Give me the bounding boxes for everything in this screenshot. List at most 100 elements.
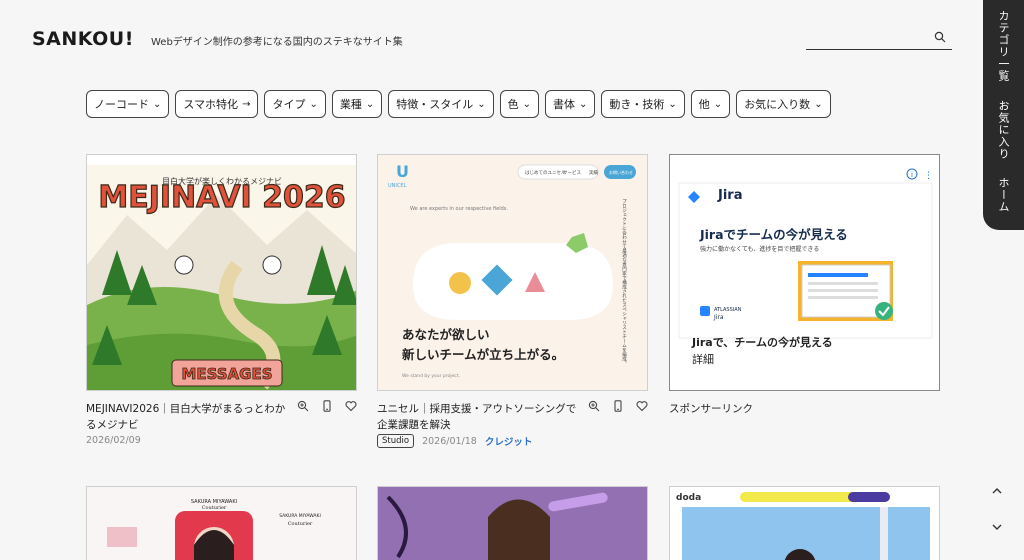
ad-title[interactable]: Jiraで、チームの今が見える <box>691 335 833 349</box>
filter-label: ノーコード <box>94 98 149 111</box>
arrow-right-icon: → <box>242 98 251 110</box>
chevron-down-icon: ⌄ <box>153 98 162 110</box>
side-menu: カテゴリ一覧 お気に入り ホーム <box>983 0 1024 230</box>
chevron-down-icon: ⌄ <box>668 98 677 110</box>
filter-other[interactable]: 他 ⌄ <box>690 90 731 118</box>
thumb-cta: お問い合わせ <box>609 169 633 175</box>
thumb-nav1: はじめてのユニセル <box>525 170 566 176</box>
thumb-foot: We stand by your project. <box>402 373 460 379</box>
site-logo[interactable]: SANKOU! <box>32 28 134 50</box>
ad-atlassian-product: Jira <box>713 314 724 321</box>
ad-brand: Jira <box>717 188 742 203</box>
filter-style[interactable]: 特徴・スタイル ⌄ <box>388 90 494 118</box>
credit-link[interactable]: クレジット <box>485 434 533 448</box>
card-actions <box>297 400 357 412</box>
filter-label: 動き・技術 <box>609 98 665 111</box>
thumb-headline2: 新しいチームが立ち上がる。 <box>402 347 564 362</box>
doda-thumbnail-art: doda <box>670 487 939 560</box>
filter-font[interactable]: 書体 ⌄ <box>545 90 596 118</box>
filter-label: スマホ特化 <box>183 98 239 111</box>
filter-label: お気に入り数 <box>744 98 811 111</box>
filter-type[interactable]: タイプ ⌄ <box>264 90 326 118</box>
thumb-footer: MESSAGES <box>181 365 272 383</box>
thumb-headline1: あなたが欲しい <box>402 327 490 342</box>
ad-sub: 強力に働かなくても、進捗を目で把握できる <box>700 245 819 253</box>
chevron-down-icon: ⌄ <box>713 98 723 110</box>
thumb-brand: Couturier <box>202 505 227 511</box>
site-tagline: Webデザイン制作の参考になる国内のステキなサイト集 <box>151 37 403 48</box>
filter-label: 業種 <box>339 98 362 111</box>
page: SANKOU! Webデザイン制作の参考になる国内のステキなサイト集 カテゴリ一… <box>0 0 1024 560</box>
site-card[interactable]: U UNICEL はじめてのユニセル サービス 実績 お問い合わせ We are… <box>377 154 648 448</box>
thumb-brand: UNICEL <box>388 183 407 189</box>
filter-label: 特徴・スタイル <box>396 98 474 111</box>
sponsor-card[interactable]: i ⋮ Jira Jiraでチームの今が見える 強力に働かなくても、進捗を目で把… <box>669 154 940 415</box>
chevron-down-icon: ⌄ <box>522 98 532 110</box>
smartphone-icon[interactable] <box>321 400 333 412</box>
zoom-icon[interactable] <box>297 400 309 412</box>
filter-label: 他 <box>698 98 710 111</box>
thumb-nav2: サービス <box>563 169 581 176</box>
site-card[interactable]: MEJINAVI 2026 目白大学が楽しくわかるメジナビ MESSAGES M… <box>86 154 357 446</box>
side-item-home[interactable]: ホーム <box>983 177 1024 213</box>
filter-label: タイプ <box>272 98 306 111</box>
filter-bar: ノーコード ⌄ スマホ特化 → タイプ ⌄ 業種 ⌄ 特徴・スタイル ⌄ 色 ⌄ 書体 ⌄ 動… <box>86 90 831 118</box>
heart-icon[interactable] <box>636 400 648 412</box>
side-item-categories[interactable]: カテゴリ一覧 <box>983 10 1024 82</box>
card-meta: 2026/02/09 <box>86 435 141 446</box>
jira-ad-art: i ⋮ Jira Jiraでチームの今が見える 強力に働かなくても、進捗を目で把… <box>670 155 939 390</box>
thumb-nav3: 実績 <box>589 169 598 176</box>
chevron-down-icon: ⌄ <box>309 98 318 110</box>
card-title[interactable]: ユニセル｜採用支援・アウトソーシングで企業課題を解決 <box>377 401 577 433</box>
thumb-vertical: プロジェクトに合わせて最適な専門家で構成されたスペシャリストチームを編成。 <box>622 199 627 366</box>
mejinavi-thumbnail-art: MEJINAVI 2026 目白大学が楽しくわかるメジナビ MESSAGES <box>87 155 356 390</box>
filter-smartphone[interactable]: スマホ特化 → <box>175 90 259 118</box>
site-thumbnail[interactable]: MEJINAVI 2026 目白大学が楽しくわかるメジナビ MESSAGES <box>86 154 357 391</box>
chevron-down-icon: ⌄ <box>579 98 588 110</box>
ad-link[interactable]: 詳細 <box>692 352 714 366</box>
svg-text:U: U <box>396 162 409 181</box>
card-title[interactable]: MEJINAVI2026｜目白大学がまるっとわかるメジナビ <box>86 401 286 433</box>
filter-favorites-count[interactable]: お気に入り数 ⌄ <box>736 90 831 118</box>
filter-nocode[interactable]: ノーコード ⌄ <box>86 90 170 118</box>
search-icon[interactable] <box>934 31 946 43</box>
filter-motion[interactable]: 動き・技術 ⌄ <box>601 90 685 118</box>
card-meta: Studio 2026/01/18 クレジット <box>377 434 532 448</box>
card-date: 2026/02/09 <box>86 435 141 446</box>
card-date: 2026/01/18 <box>422 435 477 447</box>
chevron-down-icon: ⌄ <box>477 98 486 110</box>
filter-label: 色 <box>507 98 519 111</box>
heart-icon[interactable] <box>345 400 357 412</box>
chevron-down-icon: ⌄ <box>814 98 823 110</box>
ad-atlassian: ATLASSIAN <box>714 307 742 313</box>
site-thumbnail[interactable]: SAKURA MIYAWAKI Couturier SAKURA MIYAWAK… <box>86 486 357 560</box>
svg-text:i: i <box>911 171 913 179</box>
ad-thumbnail[interactable]: i ⋮ Jira Jiraでチームの今が見える 強力に働かなくても、進捗を目で把… <box>669 154 940 391</box>
zoom-icon[interactable] <box>588 400 600 412</box>
site-thumbnail[interactable]: doda <box>669 486 940 560</box>
filter-color[interactable]: 色 ⌄ <box>499 90 540 118</box>
purple-thumbnail-art <box>378 487 647 560</box>
thumb-brand: doda <box>676 493 701 503</box>
filter-industry[interactable]: 業種 ⌄ <box>331 90 383 118</box>
smartphone-icon[interactable] <box>612 400 624 412</box>
thumb-sub: 目白大学が楽しくわかるメジナビ <box>162 176 282 186</box>
unicel-thumbnail-art: U UNICEL はじめてのユニセル サービス 実績 お問い合わせ We are… <box>378 155 647 390</box>
svg-text:⋮: ⋮ <box>924 171 933 181</box>
thumb-small: We are experts in our respective fields. <box>410 206 508 212</box>
scroll-down-icon[interactable] <box>990 520 1004 534</box>
scroll-up-icon[interactable] <box>990 484 1004 498</box>
search-input[interactable] <box>806 26 952 50</box>
thumb-name-2: SAKURA MIYAWAKI <box>279 513 321 519</box>
tool-tag[interactable]: Studio <box>377 434 415 448</box>
side-item-favorites[interactable]: お気に入り <box>983 100 1024 160</box>
chevron-down-icon: ⌄ <box>365 98 375 110</box>
card-actions <box>588 400 648 412</box>
filter-label: 書体 <box>553 98 576 111</box>
site-thumbnail[interactable] <box>377 486 648 560</box>
thumb-brand-2: Couturier <box>288 521 313 527</box>
couturier-thumbnail-art: SAKURA MIYAWAKI Couturier SAKURA MIYAWAK… <box>87 487 356 560</box>
ad-headline: Jiraでチームの今が見える <box>699 227 848 242</box>
site-thumbnail[interactable]: U UNICEL はじめてのユニセル サービス 実績 お問い合わせ We are… <box>377 154 648 391</box>
sponsor-label: スポンサーリンク <box>669 403 753 415</box>
